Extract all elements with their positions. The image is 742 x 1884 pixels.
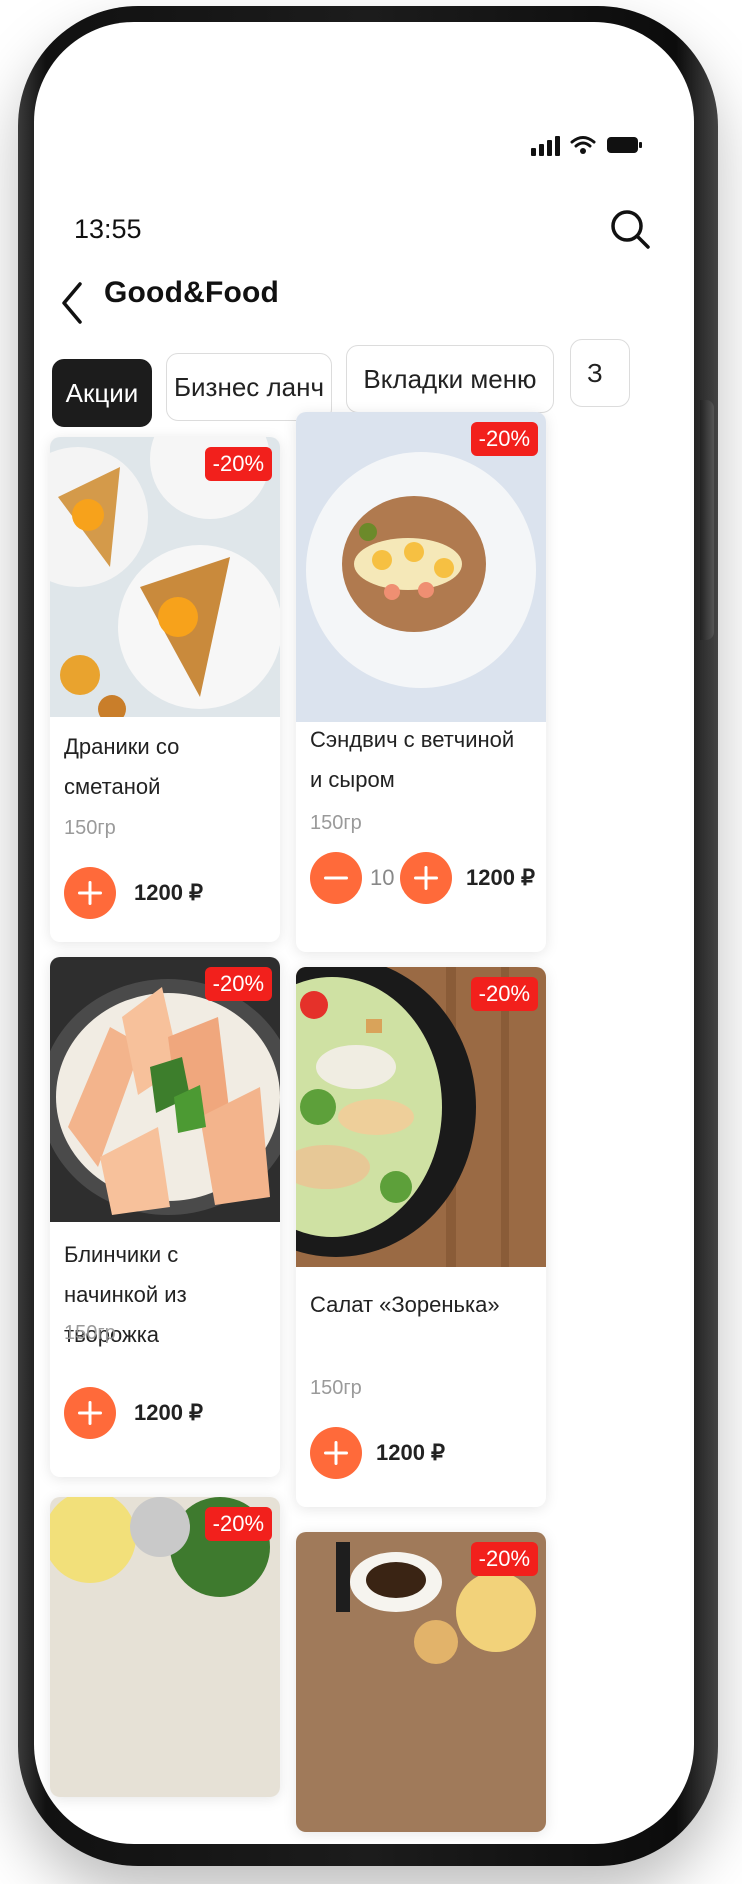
product-image — [296, 967, 546, 1267]
search-icon — [611, 210, 650, 249]
product-card[interactable]: -20% Блинчики с начинкой из творожка 150… — [50, 957, 280, 1477]
phone-side-button — [700, 400, 714, 640]
app-screen: 13:55 Good&Food Акции Бизнес ланч Вкладк… — [34, 22, 694, 1844]
tab-partial[interactable]: З — [570, 339, 630, 407]
product-name: Драники со сметаной — [64, 734, 180, 799]
increase-quantity-button[interactable] — [400, 852, 452, 904]
tab-business-lunch[interactable]: Бизнес ланч — [166, 353, 332, 421]
product-image — [296, 1532, 546, 1832]
product-card[interactable]: -20% — [50, 1497, 280, 1797]
product-image — [50, 1497, 280, 1797]
wifi-icon — [570, 135, 596, 155]
product-price: 1200 ₽ — [134, 880, 204, 905]
back-button[interactable] — [58, 278, 88, 328]
search-button[interactable] — [608, 207, 652, 251]
product-name: Сэндвич с ветчиной и сыром — [310, 727, 515, 792]
chevron-left-icon — [62, 282, 82, 324]
discount-badge: -20% — [470, 977, 538, 1011]
decrease-quantity-button[interactable] — [310, 852, 362, 904]
battery-icon — [606, 135, 644, 155]
status-icons — [531, 134, 644, 156]
device-mockup: 13:55 Good&Food Акции Бизнес ланч Вкладк… — [0, 0, 742, 1884]
product-image — [296, 412, 546, 722]
cellular-signal-icon — [531, 134, 560, 156]
add-to-cart-button[interactable] — [64, 1387, 116, 1439]
add-to-cart-button[interactable] — [64, 867, 116, 919]
product-price: 1200 ₽ — [466, 865, 536, 890]
product-weight: 150гр — [310, 812, 362, 834]
discount-badge: -20% — [470, 1542, 538, 1576]
discount-badge: -20% — [470, 422, 538, 456]
discount-badge: -20% — [204, 967, 272, 1001]
quantity-value: 10 — [370, 865, 395, 890]
product-name: Салат «Зоренька» — [310, 1292, 500, 1317]
product-weight: 150гр — [310, 1377, 362, 1399]
page-title: Good&Food — [104, 276, 280, 309]
status-time: 13:55 — [74, 214, 142, 244]
add-to-cart-button[interactable] — [310, 1427, 362, 1479]
product-weight: 150гр — [64, 817, 116, 839]
product-card[interactable]: -20% Драники со сметаной 150гр 1200 ₽ — [50, 437, 280, 942]
discount-badge: -20% — [204, 1507, 272, 1541]
product-weight: 150гр — [64, 1322, 116, 1344]
product-price: 1200 ₽ — [376, 1440, 446, 1465]
tab-aktsii[interactable]: Акции — [52, 359, 152, 427]
product-card[interactable]: -20% Сэндвич с ветчиной и сыром 150гр 10… — [296, 412, 546, 952]
product-card[interactable]: -20% Салат «Зоренька» 150гр 1200 ₽ — [296, 967, 546, 1507]
discount-badge: -20% — [204, 447, 272, 481]
tab-menu-sections[interactable]: Вкладки меню — [346, 345, 554, 413]
product-card[interactable]: -20% — [296, 1532, 546, 1832]
product-price: 1200 ₽ — [134, 1400, 204, 1425]
